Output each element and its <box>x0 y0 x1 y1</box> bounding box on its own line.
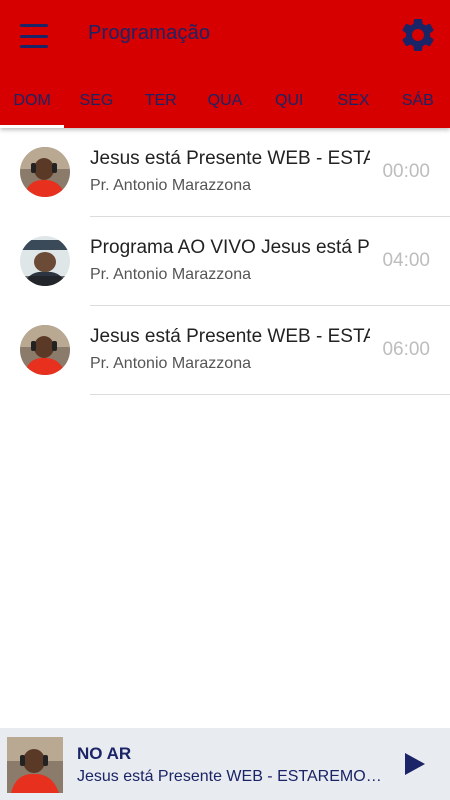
tab-qua[interactable]: QUA <box>193 84 257 128</box>
list-item[interactable]: Programa AO VIVO Jesus está Presente Pr.… <box>0 217 450 306</box>
gear-icon[interactable] <box>398 15 438 55</box>
play-icon[interactable] <box>400 750 428 778</box>
tab-dom[interactable]: DOM <box>0 84 65 128</box>
day-tabs: DOM SEG TER QUA QUI SEX SÁB <box>0 84 450 128</box>
divider <box>90 394 450 395</box>
program-title: Jesus está Presente WEB - ESTAREMOS <box>90 326 370 347</box>
list-item[interactable]: Jesus está Presente WEB - ESTAREMOS Pr. … <box>0 128 450 217</box>
program-title: Jesus está Presente WEB - ESTAREMOS <box>90 148 370 169</box>
now-playing-title: Jesus está Presente WEB - ESTAREMOS AO V… <box>77 768 387 785</box>
tab-seg[interactable]: SEG <box>64 84 128 128</box>
program-time: 06:00 <box>382 339 430 360</box>
program-title: Programa AO VIVO Jesus está Presente <box>90 237 370 258</box>
program-host: Pr. Antonio Marazzona <box>90 266 251 283</box>
tab-qui[interactable]: QUI <box>257 84 321 128</box>
avatar <box>20 236 70 286</box>
program-host: Pr. Antonio Marazzona <box>90 177 251 194</box>
tab-ter[interactable]: TER <box>129 84 193 128</box>
avatar <box>20 325 70 375</box>
avatar <box>20 147 70 197</box>
app-bar: Programação DOM SEG TER QUA QUI SEX SÁB <box>0 0 450 128</box>
page-title: Programação <box>88 22 211 44</box>
hamburger-menu-icon[interactable] <box>20 24 50 48</box>
list-item[interactable]: Jesus está Presente WEB - ESTAREMOS Pr. … <box>0 306 450 395</box>
tab-sex[interactable]: SEX <box>321 84 385 128</box>
now-playing-thumbnail <box>7 737 63 793</box>
tab-sab[interactable]: SÁB <box>386 84 450 128</box>
on-air-label: NO AR <box>77 744 132 763</box>
program-time: 04:00 <box>382 250 430 271</box>
program-time: 00:00 <box>382 161 430 182</box>
schedule-list: Jesus está Presente WEB - ESTAREMOS Pr. … <box>0 128 450 395</box>
program-host: Pr. Antonio Marazzona <box>90 355 251 372</box>
now-playing-bar[interactable]: NO AR Jesus está Presente WEB - ESTAREMO… <box>0 728 450 800</box>
